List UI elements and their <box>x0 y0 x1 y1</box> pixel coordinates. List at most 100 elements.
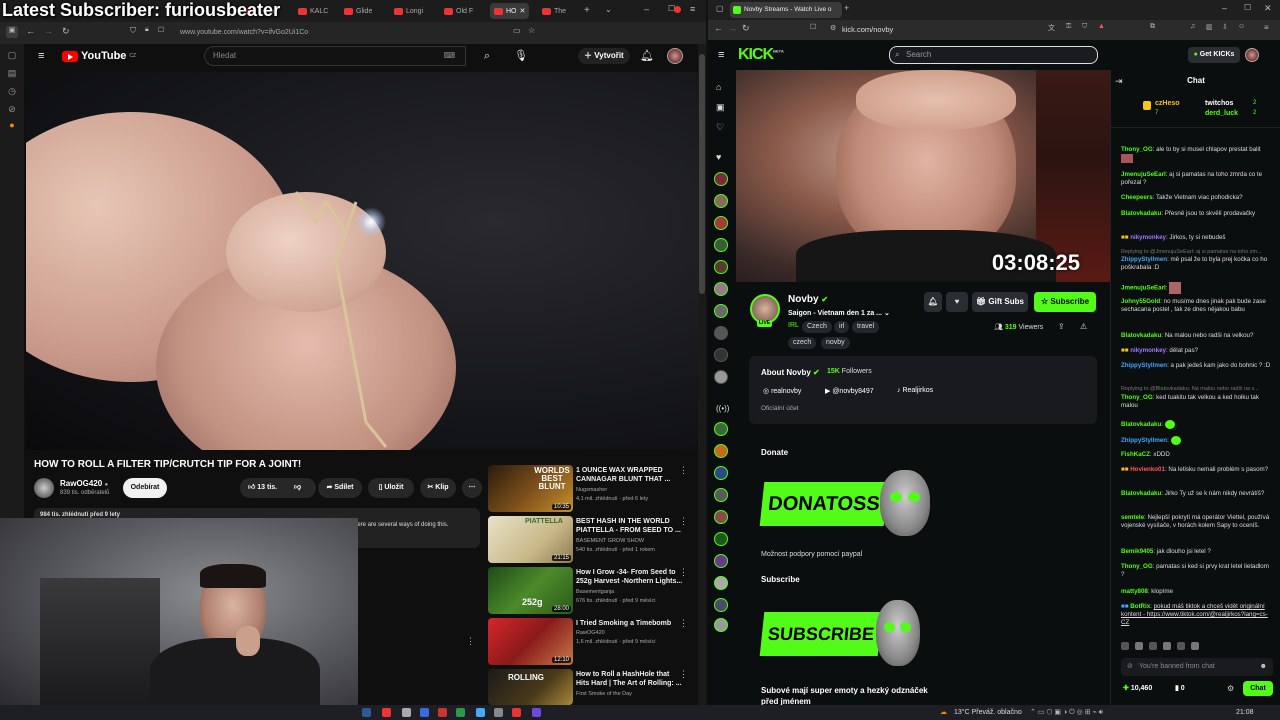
taskbar-app-icon[interactable] <box>456 708 465 717</box>
live-channels-icon[interactable]: ((•)) <box>716 404 729 413</box>
recommended-channel-avatar[interactable] <box>714 422 728 436</box>
forward-icon[interactable]: → <box>728 23 737 33</box>
chat-message[interactable]: ■■ Hovienko01: Na letisku nemali problém… <box>1121 466 1273 474</box>
star-icon[interactable]: ☆ <box>528 26 535 35</box>
chat-username[interactable]: Blatovkadaku <box>1121 210 1161 217</box>
recommended-channel-avatar[interactable] <box>714 576 728 590</box>
followed-channel-avatar[interactable] <box>714 238 728 252</box>
taskbar-app-icon[interactable] <box>402 708 411 717</box>
category-link[interactable]: IRL <box>788 322 799 329</box>
more-actions-button[interactable]: ⋯ <box>462 478 482 498</box>
chat-username[interactable]: nikymonkey <box>1130 347 1166 354</box>
channel-name[interactable]: RawOG420 ● <box>60 479 108 488</box>
channel-points[interactable]: ✚ 10,460 <box>1123 684 1152 692</box>
chat-username[interactable]: Blatovkadaku <box>1121 332 1161 339</box>
create-button[interactable]: ＋ Vytvořit <box>578 48 630 64</box>
clock[interactable]: 21:08 <box>1236 707 1254 718</box>
system-tray-icons[interactable]: ⌃ ▭ ⬡ ▣ ◑ ⏻ ◎ ⊞ ⌁ 🔊︎ <box>1030 707 1103 718</box>
chat-message[interactable]: Thony_OG: pamatas si ked si prvy krat le… <box>1121 563 1273 579</box>
send-chat-button[interactable]: Chat <box>1243 681 1273 696</box>
menu-icon[interactable]: ≡ <box>1264 23 1269 32</box>
tab-list-chevron-icon[interactable]: ⌄ <box>605 5 612 14</box>
youtube-link[interactable]: ▶ @novby8497 <box>825 387 874 395</box>
site-info-icon[interactable]: ⚙ <box>830 24 836 32</box>
leader-name[interactable]: czHeso <box>1155 100 1180 107</box>
translate-icon[interactable]: 文 <box>1048 23 1055 33</box>
share-icon[interactable]: ⇪ <box>1058 322 1065 331</box>
new-tab-icon[interactable]: + <box>844 3 849 13</box>
chat-input[interactable]: ⊘ You're banned from chat ☻ <box>1121 658 1273 676</box>
weather-text[interactable]: 13°C Převáž. oblačno <box>954 707 1022 718</box>
video-thumbnail[interactable]: 12:10 <box>488 618 573 665</box>
followed-channel-avatar[interactable] <box>714 282 728 296</box>
chat-message[interactable]: ZhippyStyllmen: <box>1121 436 1273 445</box>
chat-message[interactable]: ZhippyStyllmen: mě psal že to byla prej … <box>1121 256 1273 272</box>
chat-username[interactable]: FishKaCZ <box>1121 451 1150 458</box>
chat-message[interactable]: Blatovkadaku: Na malou nebo radši na vel… <box>1121 332 1273 340</box>
instagram-link[interactable]: ◎ realnovby <box>763 387 801 395</box>
browser-tab[interactable]: Glide <box>344 3 372 19</box>
forward-icon[interactable]: → <box>44 26 53 36</box>
chat-username[interactable]: Hovienko01 <box>1130 466 1165 473</box>
channel-avatar[interactable] <box>34 478 54 498</box>
followed-channel-avatar[interactable] <box>714 216 728 230</box>
followed-channel-avatar[interactable] <box>714 348 728 362</box>
taskbar-app-icon[interactable] <box>532 708 541 717</box>
url-field[interactable]: www.youtube.com/watch?v=ifvGo2Ui1Co <box>170 26 480 40</box>
chat-message[interactable]: FishKaCZ: xDDD <box>1121 451 1273 459</box>
alert-icon[interactable]: ▲ <box>1098 23 1105 30</box>
chat-message[interactable]: semtele: Nejlepší pokrytí má operátor Vi… <box>1121 514 1273 530</box>
downloads-icon[interactable]: ⇩ <box>1222 23 1228 31</box>
taskbar-app-icon[interactable] <box>494 708 503 717</box>
more-vertical-icon[interactable]: ⋮ <box>679 669 688 680</box>
search-icon[interactable]: ⌕ <box>474 46 500 66</box>
chat-message[interactable]: ZhippyStyllmen: a pak jedeš kam jako do … <box>1121 362 1273 370</box>
more-vertical-icon[interactable]: ⋮ <box>679 618 688 629</box>
gift-subs-button[interactable]: 🎁︎ Gift Subs <box>972 292 1028 312</box>
bookmarks-icon[interactable]: ▤ <box>7 68 17 78</box>
browser-tab[interactable]: Old F <box>444 3 473 19</box>
chat-message[interactable]: Bemik9405: jak dlouho jsi letel ? <box>1121 548 1273 556</box>
extensions-icon[interactable]: ⧉ <box>1150 23 1155 31</box>
subscribe-button[interactable]: Odebírat <box>123 478 167 498</box>
chat-message[interactable]: Blatovkadaku: Jirko Ty už se k nám nikdy… <box>1121 490 1273 498</box>
url-field[interactable]: kick.com/novby <box>842 23 1032 37</box>
keyboard-icon[interactable]: ⌨ <box>443 47 455 65</box>
favorites-heart-icon[interactable]: ♥ <box>716 152 721 162</box>
recommended-video[interactable]: ROLLING How to Roll a HashHole that Hits… <box>488 669 700 705</box>
notifications-bell-icon[interactable]: 🔔︎ <box>640 49 654 62</box>
emote-icon[interactable] <box>1191 642 1199 650</box>
search-input[interactable]: Hledat ⌨ <box>204 46 466 66</box>
emote-picker-icon[interactable]: ☻ <box>1260 658 1267 676</box>
followed-channel-avatar[interactable] <box>714 194 728 208</box>
chat-message[interactable]: Thony_OG: ked tuakitu tak velkou a ked h… <box>1121 394 1273 410</box>
emote-icon[interactable] <box>1121 642 1129 650</box>
clip-button[interactable]: ✂ Klip <box>420 478 456 498</box>
recommended-channel-avatar[interactable] <box>714 598 728 612</box>
chat-username[interactable]: Thony_OG <box>1121 394 1153 401</box>
chat-username[interactable]: Thony_OG <box>1121 563 1153 570</box>
recommended-channel-avatar[interactable] <box>714 510 728 524</box>
minimize-icon[interactable]: – <box>1222 3 1227 13</box>
more-vertical-icon[interactable]: ⋮ <box>679 516 688 527</box>
chat-message[interactable]: JmenujuSeEarl: <box>1121 282 1273 294</box>
subscribe-button[interactable]: ☆ Subscribe <box>1034 292 1096 312</box>
screenshot-icon[interactable]: ▭ <box>513 26 521 35</box>
bookmark-icon[interactable]: ☐ <box>810 23 816 31</box>
history-icon[interactable]: ◷ <box>7 86 17 96</box>
chat-settings-icon[interactable]: ⚙ <box>1227 684 1234 693</box>
shield-icon[interactable]: ⛉ <box>1082 23 1087 31</box>
chat-username[interactable]: ZhippyStyllmen <box>1121 437 1167 444</box>
shield-icon[interactable]: ⛉ <box>130 26 136 36</box>
recommended-channel-avatar[interactable] <box>714 532 728 546</box>
chat-message[interactable]: matty808: klopíme <box>1121 588 1273 596</box>
taskbar-app-icon[interactable] <box>420 708 429 717</box>
sidebar-toggle-icon[interactable]: ▢ <box>716 4 724 13</box>
emote-icon[interactable] <box>1149 642 1157 650</box>
stream-player[interactable]: 03:08:25 <box>736 70 1110 282</box>
close-tab-icon[interactable]: ✕ <box>520 7 526 15</box>
followed-channel-avatar[interactable] <box>714 172 728 186</box>
comment-options-icon[interactable]: ⋮ <box>466 636 475 647</box>
report-icon[interactable]: ⚠ <box>1080 322 1087 331</box>
recommended-video[interactable]: PIATTELLA 21:15 BEST HASH IN THE WORLD P… <box>488 516 700 564</box>
